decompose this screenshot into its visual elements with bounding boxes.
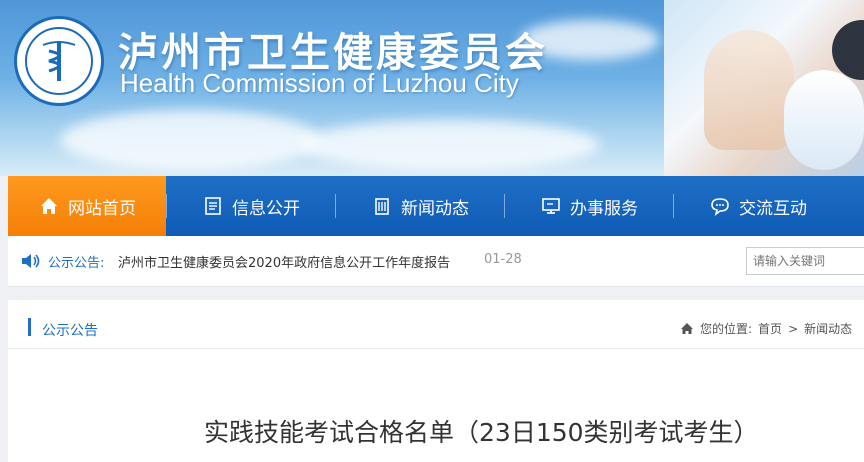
breadcrumb-news-link[interactable]: 新闻动态 — [804, 320, 852, 337]
nav-item-label: 网站首页 — [68, 198, 136, 219]
site-title-en: Health Commission of Luzhou City — [120, 68, 519, 98]
breadcrumb: 您的位置: 首页 > 新闻动态 — [680, 320, 858, 337]
speaker-icon — [22, 254, 40, 268]
photo-figure — [704, 30, 794, 150]
section-title: 公示公告 — [42, 323, 98, 339]
home-icon — [41, 198, 57, 214]
section-accent-bar — [28, 318, 31, 336]
nav-item-home[interactable]: 网站首页 — [8, 176, 166, 236]
nav-item-label: 新闻动态 — [401, 198, 469, 219]
caduceus-icon — [42, 41, 76, 81]
breadcrumb-home-link[interactable]: 首页 — [758, 320, 782, 337]
cloud-decoration — [300, 120, 600, 170]
cloud-decoration — [60, 110, 320, 170]
main-nav: 网站首页 信息公开 新闻动态 办事服务 交流互动 — [8, 176, 864, 236]
nav-item-info-disclosure[interactable]: 信息公开 — [167, 176, 335, 236]
home-icon — [681, 323, 693, 334]
nav-item-label: 信息公开 — [232, 198, 300, 219]
nav-item-label: 办事服务 — [570, 198, 638, 219]
content-card: 公示公告 您的位置: 首页 > 新闻动态 实践技能考试合格名单（23日150类别… — [8, 300, 864, 462]
chat-icon — [711, 198, 729, 216]
document-icon — [205, 197, 221, 215]
nav-item-label: 交流互动 — [739, 198, 807, 219]
site-logo[interactable] — [14, 16, 104, 106]
card-header: 公示公告 您的位置: 首页 > 新闻动态 — [8, 300, 864, 349]
photo-figure — [784, 70, 864, 170]
notice-link[interactable]: 泸州市卫生健康委员会2020年政府信息公开工作年度报告 — [118, 252, 450, 271]
search-input[interactable] — [746, 247, 864, 275]
notice-bar: 公示公告: 泸州市卫生健康委员会2020年政府信息公开工作年度报告 01-28 — [8, 236, 864, 287]
photo-figure — [832, 20, 864, 80]
nav-item-interaction[interactable]: 交流互动 — [674, 176, 842, 236]
article-title: 实践技能考试合格名单（23日150类别考试考生） — [204, 418, 759, 447]
notice-label: 公示公告: — [48, 256, 105, 271]
notice-date: 01-28 — [484, 252, 522, 267]
monitor-icon — [542, 198, 560, 214]
breadcrumb-separator: > — [788, 321, 799, 336]
header-banner: 泸州市卫生健康委员会 Health Commission of Luzhou C… — [0, 0, 864, 176]
header-photo — [664, 0, 864, 176]
building-icon — [375, 198, 389, 215]
breadcrumb-prefix: 您的位置: — [700, 322, 753, 336]
nav-item-services[interactable]: 办事服务 — [505, 176, 673, 236]
nav-item-news[interactable]: 新闻动态 — [336, 176, 504, 236]
